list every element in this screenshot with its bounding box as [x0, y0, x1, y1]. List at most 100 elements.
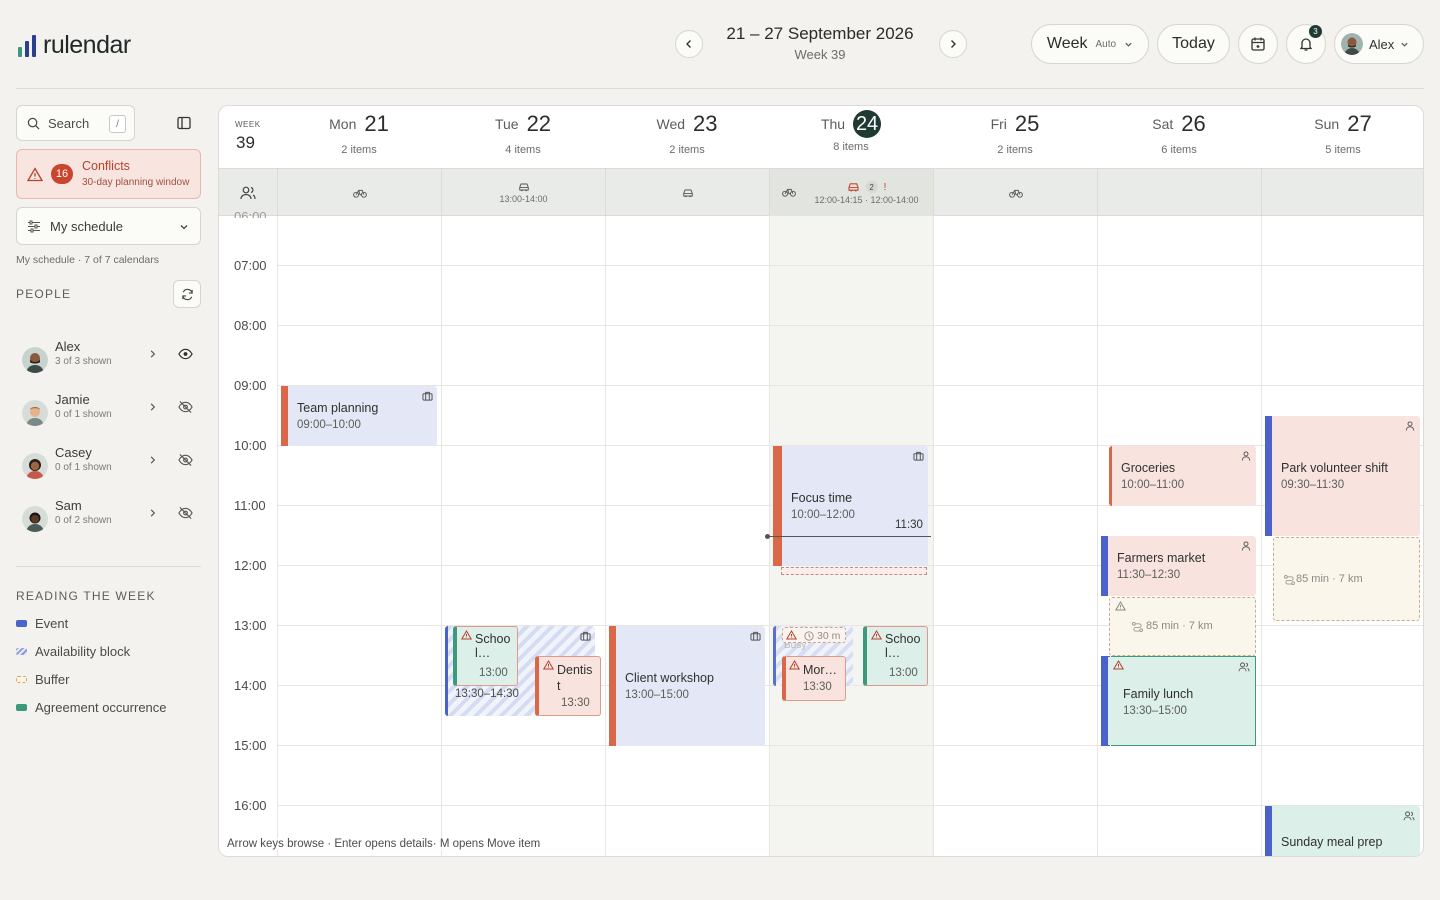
day-header-wed[interactable]: Wed 23 2 items	[605, 106, 769, 168]
warning-icon	[789, 660, 800, 670]
strip-cell-thu[interactable]: 2 ! 12:00-14:15 · 12:00-14:00	[769, 169, 933, 217]
day-header-thu[interactable]: Thu 24 8 items	[769, 106, 933, 168]
chevron-right-icon[interactable]	[148, 455, 157, 465]
grid-column-line	[1097, 216, 1098, 856]
week-label: Week 39	[794, 47, 846, 62]
schedule-select[interactable]: My schedule	[16, 207, 201, 245]
week-number: 39	[236, 133, 255, 152]
event-title: Farmers market	[1117, 551, 1206, 565]
event-title: Mor…	[803, 663, 838, 677]
warning-icon	[543, 660, 554, 670]
search-icon	[27, 117, 40, 129]
sliders-icon	[28, 220, 40, 232]
people-heading: PEOPLE	[16, 287, 72, 301]
event-title: Schoo l…	[475, 632, 511, 660]
calendar-add-button[interactable]	[1238, 24, 1278, 64]
today-button[interactable]: Today	[1157, 24, 1230, 64]
app-name: rulendar	[43, 31, 131, 59]
user-name: Alex	[1369, 36, 1395, 52]
people-icon	[1238, 662, 1250, 672]
avatar	[22, 506, 48, 532]
event-client-workshop[interactable]: Client workshop 13:00–15:00	[609, 626, 765, 746]
strip-cell-mon[interactable]	[277, 169, 441, 217]
legend-label: Availability block	[35, 644, 131, 659]
chevron-right-icon[interactable]	[148, 349, 157, 359]
day-header-sat[interactable]: Sat 26 6 items	[1097, 106, 1261, 168]
block-time: 13:30–14:30	[455, 688, 519, 700]
eye-icon[interactable]	[178, 348, 193, 360]
next-week-button[interactable]	[939, 30, 967, 58]
event-farmers-market[interactable]: Farmers market 11:30–12:30	[1101, 536, 1256, 596]
toggle-sidebar-button[interactable]	[176, 115, 192, 131]
event-sunday-meal-prep[interactable]: Sunday meal prep	[1265, 806, 1420, 856]
chevron-right-icon[interactable]	[148, 508, 157, 518]
day-of-week: Tue	[494, 116, 519, 132]
day-header-tue[interactable]: Tue 22 4 items	[441, 106, 605, 168]
event-park-volunteer-shift[interactable]: Park volunteer shift 09:30–11:30	[1265, 416, 1420, 536]
travel-buffer-sun[interactable]: 85 min · 7 km	[1273, 537, 1420, 621]
chevron-down-icon	[1401, 42, 1408, 47]
person-shown-count: 3 of 3 shown	[55, 356, 112, 367]
day-item-count: 2 items	[669, 144, 705, 156]
event-team-planning[interactable]: Team planning 09:00–10:00	[281, 386, 437, 446]
legend-item-buffer: Buffer	[16, 672, 69, 687]
event-groceries[interactable]: Groceries 10:00–11:00	[1109, 446, 1256, 506]
person-row-alex[interactable]: Alex 3 of 3 shown	[16, 339, 201, 379]
strip-cell-sat[interactable]	[1097, 169, 1261, 217]
view-selector[interactable]: Week Auto	[1031, 24, 1149, 64]
conflicts-banner[interactable]: 16 Conflicts 30-day planning window	[16, 149, 201, 199]
warning-icon	[27, 167, 43, 182]
time-grid[interactable]: 06:00 07:00 08:00 09:00 10:00 11:00 12:0…	[219, 210, 1423, 856]
event-family-lunch[interactable]: Family lunch 13:30–15:00	[1101, 656, 1256, 746]
briefcase-icon	[913, 451, 924, 461]
eye-off-icon[interactable]	[178, 506, 193, 520]
app-logo[interactable]: rulendar	[18, 31, 131, 60]
person-row-jamie[interactable]: Jamie 0 of 1 shown	[16, 392, 201, 432]
refresh-icon	[181, 288, 193, 300]
user-menu[interactable]: Alex	[1334, 24, 1424, 64]
previous-week-button[interactable]	[675, 30, 703, 58]
buffer-thu-noon[interactable]	[781, 567, 927, 575]
hour-line	[277, 385, 1423, 386]
event-time: 13:00	[479, 667, 508, 679]
date-range: 21 – 27 September 2026 Week 39	[700, 24, 940, 62]
chevron-right-icon	[951, 40, 956, 48]
event-school-tue[interactable]: Schoo l… 13:00	[453, 626, 518, 686]
chevron-left-icon	[686, 40, 691, 48]
view-mode: Auto	[1095, 38, 1117, 50]
event-dentist-tue[interactable]: Dentis t 13:30	[535, 656, 601, 716]
travel-strip: 13:00-14:00 2 ! 12:00-14:15 · 12:00-14:0…	[219, 168, 1423, 217]
day-number: 23	[693, 111, 718, 136]
event-focus-time[interactable]: Focus time 10:00–12:00	[773, 446, 928, 566]
strip-cell-fri[interactable]	[933, 169, 1097, 217]
strip-cell-wed[interactable]	[605, 169, 769, 217]
event-time: 13:30	[803, 681, 832, 693]
person-shown-count: 0 of 1 shown	[55, 409, 112, 420]
strip-cell-tue[interactable]: 13:00-14:00	[441, 169, 605, 217]
strip-cell-sun[interactable]	[1261, 169, 1423, 217]
current-time-line	[767, 536, 931, 537]
sidebar-divider	[16, 566, 201, 567]
event-school-thu[interactable]: Schoo l… 13:00	[863, 626, 928, 686]
day-header-fri[interactable]: Fri 25 2 items	[933, 106, 1097, 168]
day-header-mon[interactable]: Mon 21 2 items	[277, 106, 441, 168]
refresh-people-button[interactable]	[173, 280, 201, 308]
hour-label: 11:00	[234, 498, 266, 513]
hour-line	[277, 325, 1423, 326]
notifications-button[interactable]: 3	[1286, 24, 1326, 64]
bicycle-icon	[352, 189, 367, 198]
person-row-sam[interactable]: Sam 0 of 2 shown	[16, 498, 201, 538]
travel-buffer-sat[interactable]: 85 min · 7 km	[1109, 597, 1256, 656]
eye-off-icon[interactable]	[178, 453, 193, 467]
person-icon	[1241, 451, 1251, 461]
search-input[interactable]: Search /	[16, 105, 135, 141]
chevron-right-icon[interactable]	[148, 402, 157, 412]
person-row-casey[interactable]: Casey 0 of 1 shown	[16, 445, 201, 485]
notification-count-badge: 3	[1309, 25, 1322, 38]
eye-off-icon[interactable]	[178, 400, 193, 414]
buffer-thu[interactable]: 30 m	[782, 627, 846, 643]
current-time-dot	[765, 534, 770, 539]
day-of-week: Fri	[990, 116, 1007, 132]
event-mor-thu[interactable]: Mor… 13:30	[782, 656, 846, 701]
day-header-sun[interactable]: Sun 27 5 items	[1261, 106, 1423, 168]
